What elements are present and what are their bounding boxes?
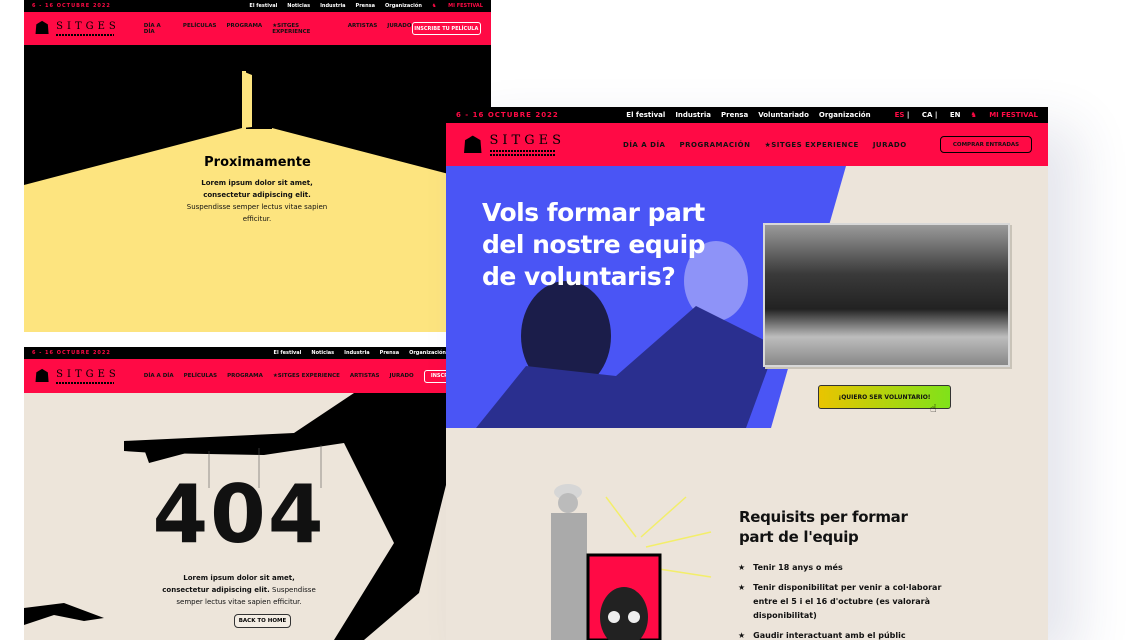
coming-soon-title: Proximamente [204,155,311,170]
lang-en[interactable]: EN [950,111,961,119]
requirement-item: ★ Tenir disponibilitat per venir a col·la… [738,581,958,623]
language-switcher: ES | CA | EN [894,111,961,119]
top-link[interactable]: Organización [819,111,871,119]
nav-item[interactable]: PROGRAMACIÓN [679,141,750,149]
back-to-home-button[interactable]: BACK TO HOME [234,614,291,628]
festival-dates: 6 - 16 OCTUBRE 2022 [32,350,111,356]
nav-item[interactable]: ★SITGES EXPERIENCE [273,373,340,379]
requirement-item: ★ Gaudir interactuant amb el públic [738,629,958,640]
top-link[interactable]: Prensa [356,3,375,9]
top-link[interactable]: Industria [320,3,345,9]
nav-item[interactable]: ARTISTAS [350,373,380,379]
top-link[interactable]: El festival [274,350,302,356]
nav-item[interactable]: PROGRAMA [227,373,263,379]
nav-item[interactable]: ARTISTAS [348,23,378,35]
monster-logo-icon: ☗ [34,365,51,387]
vintage-illustration [551,484,712,640]
volunteers-group-photo [763,223,1010,367]
top-link[interactable]: Noticias [311,350,334,356]
top-link[interactable]: El festival [626,111,665,119]
main-nav: ☗ SITGES DÍA A DÍA PROGRAMACIÓN ★SITGES … [446,123,1048,166]
lang-es[interactable]: ES [895,111,905,119]
requirements-list: ★ Tenir 18 anys o més ★ Tenir disponibilit… [738,561,958,640]
requirement-item: ★ Tenir 18 anys o més [738,561,958,575]
nav-item[interactable]: JURADO [387,23,411,35]
main-nav: ☗ SITGES DÍA A DÍA PELÍCULAS PROGRAMA ★S… [24,359,454,393]
volunteer-page: 6 - 16 OCTUBRE 2022 El festival Industri… [446,107,1048,640]
not-found-page: 6 - 16 OCTUBRE 2022 El festival Noticias… [24,347,454,640]
nav-item[interactable]: PELÍCULAS [183,23,217,35]
coming-soon-page: 6 - 16 OCTUBRE 2022 El festival Noticias… [24,0,491,332]
submit-film-button[interactable]: INSCRIBE TU PELÍCULA [411,22,481,35]
sitges-logo[interactable]: ☗ SITGES [462,131,565,159]
not-found-text: Lorem ipsum dolor sit amet, consectetur … [162,574,316,606]
top-bar: 6 - 16 OCTUBRE 2022 El festival Noticias… [24,0,491,12]
top-link[interactable]: Organización [409,350,446,356]
mi-festival-link[interactable]: ♞ MI FESTIVAL [432,3,483,9]
top-link[interactable]: Industria [675,111,711,119]
nav-item[interactable]: JURADO [389,373,413,379]
nav-item[interactable]: JURADO [873,141,907,149]
monster-logo-icon: ☗ [462,130,484,159]
cursor-pointer-icon: ☝ [930,402,937,415]
nav-item[interactable]: DÍA A DÍA [623,141,665,149]
monster-logo-icon: ☗ [34,18,51,39]
star-bullet-icon: ★ [738,631,746,640]
top-link[interactable]: Prensa [721,111,748,119]
top-link[interactable]: El festival [249,3,277,9]
requirements-title: Requisits per formar part de l'equip [739,508,908,546]
top-link[interactable]: Prensa [380,350,399,356]
nav-item[interactable]: DÍA A DÍA [144,373,174,379]
nav-item[interactable]: DÍA A DÍA [144,23,173,35]
coming-soon-text: Lorem ipsum dolor sit amet, consectetur … [186,179,328,223]
top-link[interactable]: Noticias [287,3,310,9]
sitges-logo[interactable]: ☗ SITGES [34,18,120,39]
top-bar: 6 - 16 OCTUBRE 2022 El festival Noticias… [24,347,454,359]
nav-item[interactable]: ★SITGES EXPERIENCE [764,141,858,149]
mi-festival-link[interactable]: ♞ MI FESTIVAL [970,111,1038,119]
top-link[interactable]: Organización [385,3,422,9]
festival-dates: 6 - 16 OCTUBRE 2022 [456,111,559,119]
star-bullet-icon: ★ [738,583,746,592]
buy-tickets-button[interactable]: COMPRAR ENTRADAS [940,136,1032,153]
nav-item[interactable]: PELÍCULAS [184,373,218,379]
star-bullet-icon: ★ [738,563,746,572]
hero-title: Vols formar part del nostre equip de vol… [482,198,706,291]
main-nav: ☗ SITGES DÍA A DÍA PELÍCULAS PROGRAMA ★S… [24,12,491,45]
nav-item[interactable]: ★SITGES EXPERIENCE [272,23,338,35]
festival-dates: 6 - 16 OCTUBRE 2022 [32,3,111,9]
top-link[interactable]: Voluntariado [758,111,809,119]
nav-item[interactable]: PROGRAMA [227,23,263,35]
sitges-logo[interactable]: ☗ SITGES [34,366,120,387]
top-link[interactable]: Industria [344,350,369,356]
lang-ca[interactable]: CA [922,111,933,119]
error-code: 404 [152,468,326,561]
top-bar: 6 - 16 OCTUBRE 2022 El festival Industri… [446,107,1048,123]
